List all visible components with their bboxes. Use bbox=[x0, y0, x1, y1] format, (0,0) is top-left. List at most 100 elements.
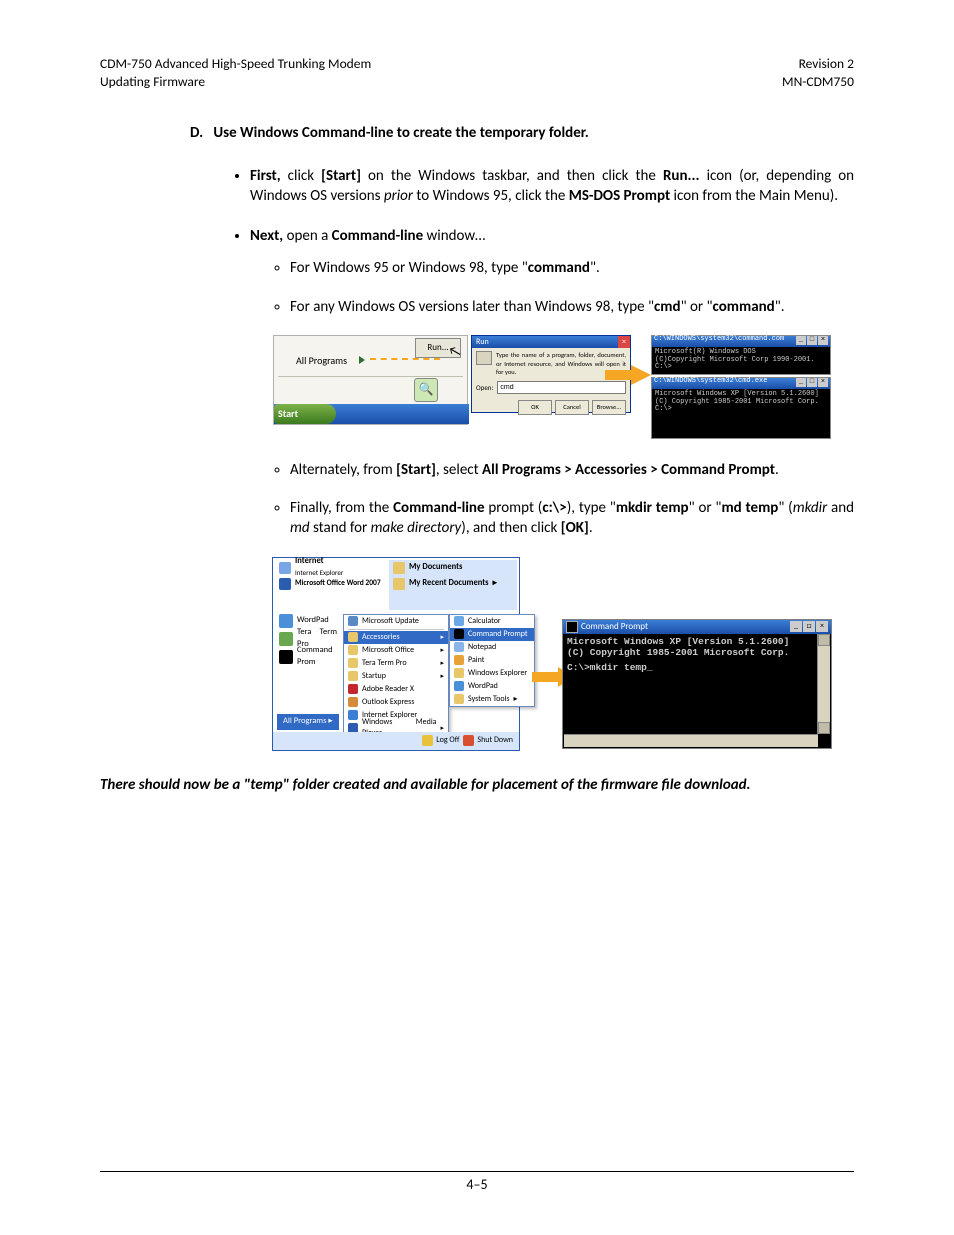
header-right-1: Revision 2 bbox=[799, 55, 854, 72]
divider bbox=[278, 376, 463, 377]
orange-arrow-icon bbox=[631, 365, 651, 385]
dashed-arrow-icon bbox=[370, 358, 440, 360]
browse-button[interactable]: Browse... bbox=[592, 400, 626, 415]
sm-paint[interactable]: Paint bbox=[450, 654, 534, 667]
sm-word[interactable]: Microsoft Office Word 2007 bbox=[275, 576, 389, 592]
close-icon[interactable]: × bbox=[818, 336, 828, 345]
ok-button[interactable]: OK bbox=[518, 400, 552, 415]
folder-icon bbox=[348, 658, 358, 668]
cmd2-title: C:\WINDOWS\system32\cmd.exe bbox=[654, 378, 767, 389]
sm-wordpad2[interactable]: WordPad bbox=[450, 680, 534, 693]
scrollbar-horizontal[interactable] bbox=[564, 734, 818, 747]
sm-adobe[interactable]: Adobe Reader X bbox=[344, 683, 448, 696]
sm-outlook[interactable]: Outlook Express bbox=[344, 696, 448, 709]
sub-win95: For Windows 95 or Windows 98, type "comm… bbox=[290, 258, 854, 278]
scrollbar-vertical[interactable] bbox=[817, 634, 830, 734]
conclusion-text: There should now be a "temp" folder crea… bbox=[100, 775, 854, 795]
minimize-icon[interactable]: _ bbox=[796, 336, 806, 345]
chevron-right-icon: ▸ bbox=[440, 632, 444, 641]
cmd-window-xp: C:\WINDOWS\system32\cmd.exe _□× Microsof… bbox=[651, 377, 831, 439]
start-menu: InternetInternet Explorer Microsoft Offi… bbox=[272, 557, 520, 751]
sm-internet[interactable]: InternetInternet Explorer bbox=[275, 560, 389, 576]
bullet-first: First, click [Start] on the Windows task… bbox=[250, 166, 854, 207]
minimize-icon[interactable]: _ bbox=[790, 621, 802, 632]
folder-icon bbox=[454, 694, 464, 704]
sm-winexplorer[interactable]: Windows Explorer bbox=[450, 667, 534, 680]
explorer-icon bbox=[454, 668, 464, 678]
ie-icon bbox=[348, 710, 358, 720]
chevron-right-icon: ▸ bbox=[493, 578, 497, 589]
open-input[interactable] bbox=[497, 381, 626, 394]
cmd-icon bbox=[279, 650, 293, 664]
sm-notepad[interactable]: Notepad bbox=[450, 641, 534, 654]
command-prompt-window: Command Prompt _□× Microsoft Windows XP … bbox=[562, 619, 832, 749]
section-heading: Use Windows Command-line to create the t… bbox=[213, 124, 588, 142]
programs-submenu: Microsoft Update Accessories▸ Microsoft … bbox=[343, 614, 449, 736]
maximize-icon[interactable]: □ bbox=[807, 336, 817, 345]
sub-finally: Finally, from the Command-line prompt (c… bbox=[290, 498, 854, 539]
magnify-icon: 🔍 bbox=[414, 378, 438, 402]
sm-systemtools[interactable]: System Tools▸ bbox=[450, 693, 534, 706]
logoff-button[interactable]: Log Off bbox=[422, 735, 459, 746]
outlook-icon bbox=[348, 697, 358, 707]
wordpad-icon bbox=[454, 681, 464, 691]
calculator-icon bbox=[454, 616, 464, 626]
cmd-icon bbox=[566, 621, 578, 633]
sm-commandprompt[interactable]: Command Prompt bbox=[450, 628, 534, 641]
adobe-icon bbox=[348, 684, 358, 694]
open-label: Open: bbox=[476, 383, 493, 392]
shutdown-icon bbox=[463, 735, 474, 746]
run-titlebar: Run × bbox=[472, 336, 630, 348]
section-title: D. Use Windows Command-line to create th… bbox=[190, 123, 854, 143]
close-icon[interactable]: × bbox=[816, 621, 828, 632]
wordpad-icon bbox=[279, 614, 293, 628]
all-programs-label[interactable]: All Programs bbox=[296, 354, 347, 368]
sm-startup[interactable]: Startup▸ bbox=[344, 670, 448, 683]
start-menu-footer: Log Off Shut Down bbox=[273, 732, 519, 750]
sub-later: For any Windows OS versions later than W… bbox=[290, 297, 854, 317]
paint-icon bbox=[454, 655, 464, 665]
submenu-arrow-icon bbox=[359, 356, 365, 364]
logoff-icon bbox=[422, 735, 433, 746]
sm-teraterm-folder[interactable]: Tera Term Pro▸ bbox=[344, 657, 448, 670]
bullet2-lead: Next, bbox=[250, 227, 283, 245]
notepad-icon bbox=[454, 642, 464, 652]
sm-msoffice[interactable]: Microsoft Office▸ bbox=[344, 644, 448, 657]
shutdown-button[interactable]: Shut Down bbox=[463, 735, 513, 746]
page-number: 4–5 bbox=[466, 1176, 487, 1193]
sm-myrecent[interactable]: My Recent Documents▸ bbox=[389, 576, 517, 592]
teraterm-icon bbox=[279, 632, 293, 646]
accessories-submenu: Calculator Command Prompt Notepad Paint … bbox=[449, 614, 535, 707]
maximize-icon[interactable]: □ bbox=[807, 378, 817, 387]
cancel-button[interactable]: Cancel bbox=[555, 400, 589, 415]
ie-icon bbox=[279, 562, 291, 574]
sm-accessories[interactable]: Accessories▸ bbox=[344, 631, 448, 644]
cmd3-title: Command Prompt bbox=[581, 621, 648, 633]
folder-icon bbox=[348, 632, 358, 642]
sm-msupdate[interactable]: Microsoft Update bbox=[344, 615, 448, 628]
sm-calculator[interactable]: Calculator bbox=[450, 615, 534, 628]
maximize-icon[interactable]: □ bbox=[803, 621, 815, 632]
start-button[interactable]: Start bbox=[274, 404, 336, 424]
folder-icon bbox=[348, 645, 358, 655]
sm-cmdprompt[interactable]: Command Prom bbox=[275, 648, 341, 666]
bullet-next: Next, open a Command-line window… For Wi… bbox=[250, 226, 854, 751]
cmd-window-dos: C:\WINDOWS\system32\command.com _□× Micr… bbox=[651, 335, 831, 375]
cmd1-title: C:\WINDOWS\system32\command.com bbox=[654, 336, 784, 347]
close-icon[interactable]: × bbox=[618, 336, 630, 348]
cmd-icon bbox=[454, 629, 464, 639]
page-header: CDM-750 Advanced High-Speed Trunking Mod… bbox=[100, 55, 854, 91]
all-programs-button[interactable]: All Programs ▸ bbox=[277, 714, 339, 729]
minimize-icon[interactable]: _ bbox=[796, 378, 806, 387]
folder-icon bbox=[348, 671, 358, 681]
folder-icon bbox=[393, 578, 405, 590]
header-left-2: Updating Firmware bbox=[100, 73, 205, 90]
update-icon bbox=[348, 616, 358, 626]
sm-mydocuments[interactable]: My Documents bbox=[389, 560, 517, 576]
folder-icon bbox=[393, 562, 405, 574]
word-icon bbox=[279, 578, 291, 590]
figure-start-run-cmd: All Programs Run... 🔍 Start ↖ bbox=[273, 335, 831, 440]
start-panel: All Programs Run... 🔍 Start bbox=[273, 335, 468, 425]
header-right-2: MN-CDM750 bbox=[782, 73, 854, 90]
close-icon[interactable]: × bbox=[818, 378, 828, 387]
